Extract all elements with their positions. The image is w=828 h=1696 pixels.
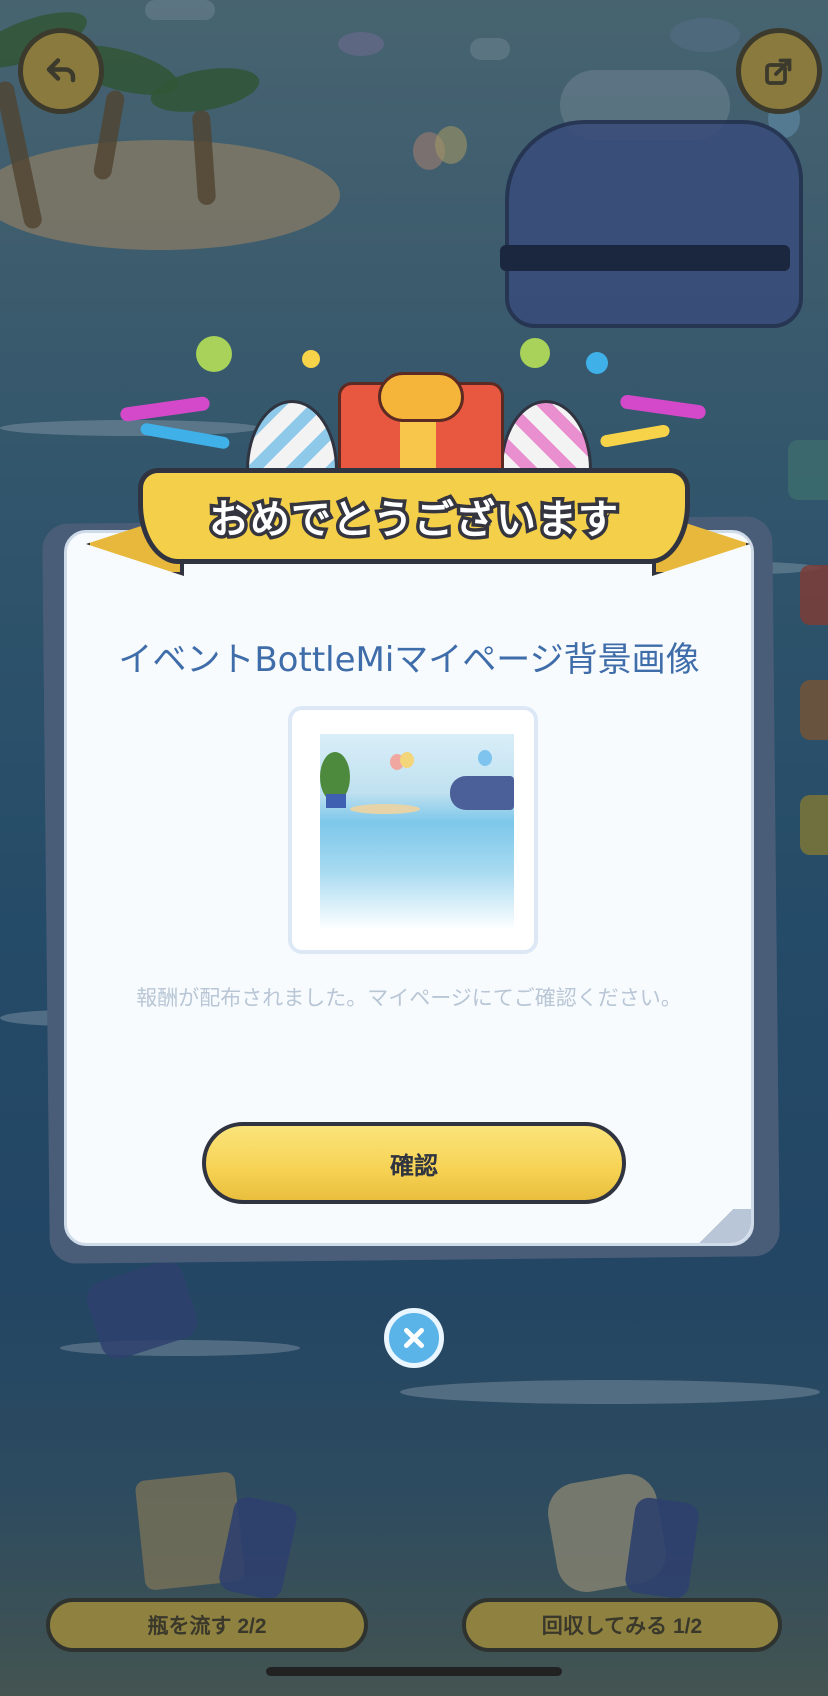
page-curl — [681, 1209, 751, 1243]
close-button[interactable] — [384, 1308, 444, 1368]
gift-bow — [378, 372, 464, 422]
confetti — [520, 338, 550, 368]
back-button[interactable] — [18, 28, 104, 114]
reward-background-thumbnail — [320, 734, 514, 930]
reward-thumbnail-frame — [288, 706, 538, 954]
send-bottle-button[interactable]: 瓶を流す 2/2 — [46, 1598, 368, 1652]
thumb-sand — [350, 804, 420, 814]
reward-title: イベントBottleMiマイページ背景画像 — [118, 640, 700, 680]
confetti — [302, 350, 320, 368]
home-indicator[interactable] — [266, 1667, 562, 1676]
reward-description: 報酬が配布されました。マイページにてご確認ください。 — [136, 986, 682, 1010]
share-icon — [765, 58, 792, 85]
confetti — [586, 352, 608, 374]
banner-title: おめでとうございます — [206, 494, 622, 547]
close-icon — [403, 1327, 425, 1349]
thumb-submarine — [450, 776, 514, 810]
collect-bottle-button[interactable]: 回収してみる 1/2 — [462, 1598, 782, 1652]
back-arrow-icon — [46, 58, 76, 83]
share-button[interactable] — [736, 28, 822, 114]
collect-bottle-label: 回収してみる 1/2 — [541, 1615, 703, 1638]
confetti — [196, 336, 232, 372]
confirm-button[interactable]: 確認 — [202, 1122, 626, 1204]
thumb-balloon — [478, 750, 492, 766]
send-bottle-label: 瓶を流す 2/2 — [147, 1615, 267, 1638]
thumb-box — [326, 794, 346, 808]
confirm-label: 確認 — [390, 1151, 438, 1180]
thumb-balloon — [400, 752, 414, 768]
congratulations-banner: おめでとうございます — [138, 468, 690, 564]
